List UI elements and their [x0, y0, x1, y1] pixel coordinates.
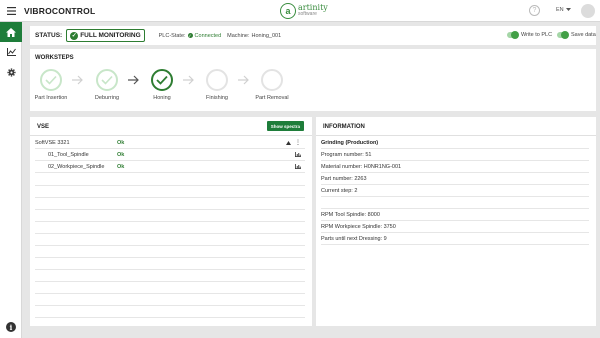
worksteps-panel: WORKSTEPS Part Insertion Deburring Honin… — [30, 49, 596, 111]
chevron-down-icon — [565, 8, 571, 11]
table-row — [35, 185, 305, 186]
table-row — [35, 269, 305, 270]
step-done-check-icon — [40, 69, 62, 91]
avatar[interactable] — [581, 4, 595, 18]
language-select[interactable]: EN — [556, 7, 571, 13]
vse-status: Ok — [117, 163, 125, 170]
table-row — [35, 209, 305, 210]
step-deburring: Deburring — [77, 69, 137, 101]
top-bar: VIBROCONTROL a artinity software ? EN — [0, 0, 600, 22]
home-icon — [6, 27, 16, 37]
gear-icon — [6, 67, 16, 77]
step-done-check-icon — [96, 69, 118, 91]
menu-icon[interactable] — [0, 0, 22, 22]
information-panel: INFORMATION Grinding (Production) Progra… — [316, 117, 596, 326]
connected-check-icon: ✓ — [187, 33, 193, 38]
info-heading: Grinding (Production) — [321, 137, 589, 149]
info-icon[interactable]: i — [6, 322, 16, 332]
vse-row-device[interactable]: SoftVSE 3321 Ok ⋮ — [35, 137, 305, 149]
monitoring-text: FULL MONITORING — [80, 32, 141, 39]
toggle-switch-icon[interactable] — [507, 31, 519, 39]
save-data-label: Save data — [571, 32, 596, 38]
vse-row-channel[interactable]: 02_Workpiece_Spindle Ok — [35, 161, 305, 173]
step-label: Deburring — [94, 95, 120, 101]
sidebar: i — [0, 22, 22, 338]
step-label: Honing — [153, 95, 171, 101]
info-spacer-row — [321, 197, 589, 209]
table-row — [35, 221, 305, 222]
table-row — [35, 281, 305, 282]
table-row — [35, 257, 305, 258]
status-bar: STATUS: ✓ FULL MONITORING PLC-State: ✓ C… — [30, 26, 596, 45]
step-label: Part Insertion — [34, 95, 68, 101]
check-circle-icon: ✓ — [70, 31, 79, 40]
vse-panel: VSE Show spectra SoftVSE 3321 Ok ⋮ 01_To… — [30, 117, 312, 326]
help-icon[interactable]: ? — [529, 5, 540, 16]
divider — [30, 135, 312, 136]
vse-name: SoftVSE 3321 — [35, 139, 70, 146]
step-label: Finishing — [205, 95, 228, 101]
plc-state: PLC-State: ✓ Connected Machine: Honing_0… — [159, 33, 282, 39]
sidebar-item-home[interactable] — [0, 22, 22, 42]
machine-value: Honing_001 — [251, 32, 282, 39]
more-vertical-icon[interactable]: ⋮ — [295, 139, 301, 146]
info-rpm-workpiece: RPM Workpiece Spindle: 3750 — [321, 221, 589, 233]
vse-name: 02_Workpiece_Spindle — [48, 163, 105, 170]
sidebar-item-charts[interactable] — [0, 42, 22, 62]
info-rpm-tool: RPM Tool Spindle: 8000 — [321, 209, 589, 221]
language-value: EN — [556, 7, 564, 13]
machine-label: Machine: — [227, 32, 250, 39]
plc-state-value: Connected — [194, 32, 222, 39]
step-part-removal: Part Removal — [242, 69, 302, 101]
bar-chart-icon[interactable] — [295, 152, 301, 157]
collapse-up-icon[interactable] — [286, 140, 291, 145]
vse-name: 01_Tool_Spindle — [48, 151, 89, 158]
save-data-toggle[interactable]: Save data — [557, 31, 596, 39]
step-active-check-icon — [151, 69, 173, 91]
write-to-plc-toggle[interactable]: Write to PLC — [507, 31, 553, 39]
table-row — [35, 233, 305, 234]
bar-chart-icon[interactable] — [295, 164, 301, 169]
vse-status: Ok — [117, 139, 125, 146]
toggle-switch-icon[interactable] — [557, 31, 569, 39]
chart-icon — [6, 48, 16, 56]
table-row — [35, 293, 305, 294]
vse-status: Ok — [117, 151, 125, 158]
information-title: INFORMATION — [323, 124, 365, 130]
sidebar-item-settings[interactable] — [0, 62, 22, 82]
monitoring-badge: ✓ FULL MONITORING — [66, 29, 145, 42]
worksteps-title: WORKSTEPS — [35, 55, 74, 61]
write-to-plc-label: Write to PLC — [521, 32, 553, 38]
table-row — [35, 197, 305, 198]
table-row — [35, 245, 305, 246]
plc-label: PLC-State: — [158, 32, 186, 39]
show-spectra-button[interactable]: Show spectra — [266, 121, 304, 131]
step-pending-circle-icon — [261, 69, 283, 91]
divider — [316, 135, 596, 136]
app-title: VIBROCONTROL — [24, 5, 96, 16]
step-part-insertion: Part Insertion — [21, 69, 81, 101]
info-program-number: Program number: 51 — [321, 149, 589, 161]
table-row — [35, 317, 305, 318]
info-part-number: Part number: 2263 — [321, 173, 589, 185]
step-pending-circle-icon — [206, 69, 228, 91]
logo-mark-icon: a — [280, 3, 296, 19]
info-current-step: Current step: 2 — [321, 185, 589, 197]
step-finishing: Finishing — [187, 69, 247, 101]
vse-title: VSE — [37, 124, 50, 130]
brand-logo: a artinity software — [280, 2, 328, 20]
status-label: STATUS: — [35, 32, 63, 39]
step-label: Part Removal — [255, 95, 289, 101]
table-row — [35, 305, 305, 306]
vse-row-channel[interactable]: 01_Tool_Spindle Ok — [35, 149, 305, 161]
info-parts-until-dressing: Parts until next Dressing: 9 — [321, 233, 589, 245]
info-material-number: Material number: H0NR1NG-001 — [321, 161, 589, 173]
step-honing: Honing — [132, 69, 192, 101]
